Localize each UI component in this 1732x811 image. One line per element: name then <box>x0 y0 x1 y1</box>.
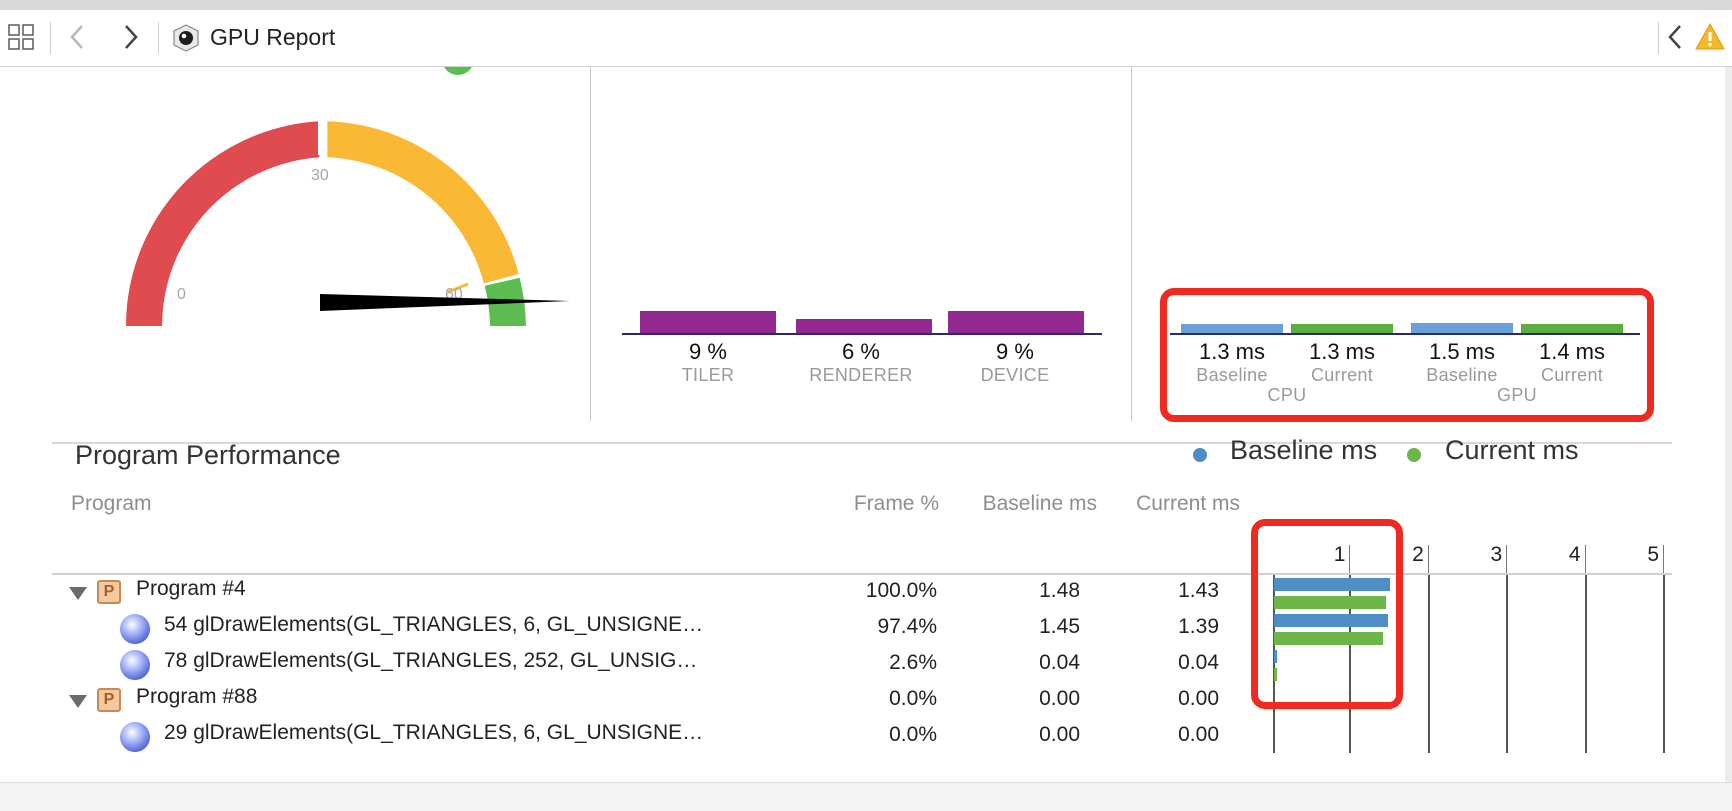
table-row[interactable]: P Program #4 100.0% 1.48 1.43 <box>52 575 1252 611</box>
row-current: 1.39 <box>1178 615 1219 638</box>
timeline-highlight-box <box>1251 519 1403 709</box>
scrollbar-track[interactable] <box>1725 67 1732 782</box>
column-header-current[interactable]: Current ms <box>1110 492 1240 516</box>
row-baseline: 0.00 <box>1039 687 1080 710</box>
device-value: 9 % <box>996 339 1034 364</box>
timeline-tick-label: 4 <box>1568 543 1581 566</box>
toolbar-separator <box>50 22 51 54</box>
row-name: 78 glDrawElements(GL_TRIANGLES, 252, GL_… <box>164 649 698 672</box>
legend-baseline-label: Baseline ms <box>1230 435 1378 465</box>
collapse-chevron-icon[interactable] <box>1662 22 1688 52</box>
legend-current-dot <box>1407 448 1421 462</box>
row-current: 1.43 <box>1178 579 1219 602</box>
panel-divider <box>1131 67 1132 421</box>
disclosure-triangle-icon[interactable] <box>69 695 87 708</box>
renderer-value: 6 % <box>842 339 880 364</box>
timeline-gridline <box>1506 545 1508 573</box>
utilization-baseline <box>622 333 1102 335</box>
utilization-bar <box>948 311 1084 333</box>
row-name: 54 glDrawElements(GL_TRIANGLES, 6, GL_UN… <box>164 613 704 636</box>
row-current: 0.00 <box>1178 723 1219 746</box>
table-row[interactable]: P Program #88 0.0% 0.00 0.00 <box>52 683 1252 719</box>
toolbar-separator <box>1658 22 1659 54</box>
row-current: 0.00 <box>1178 687 1219 710</box>
row-frame: 100.0% <box>865 579 937 602</box>
gauge-label-30: 30 <box>311 167 329 184</box>
disclosure-triangle-icon[interactable] <box>69 587 87 600</box>
forward-chevron-icon[interactable] <box>116 22 146 52</box>
toolbar-separator <box>158 22 159 54</box>
draw-call-icon <box>120 650 150 680</box>
table-row[interactable]: 29 glDrawElements(GL_TRIANGLES, 6, GL_UN… <box>52 719 1252 755</box>
tiler-label: TILER <box>681 365 735 385</box>
grid-icon[interactable] <box>6 22 36 52</box>
table-row[interactable]: 54 glDrawElements(GL_TRIANGLES, 6, GL_UN… <box>52 611 1252 647</box>
row-baseline: 1.48 <box>1039 579 1080 602</box>
gauge-segment-mid <box>327 121 519 284</box>
page-title: GPU Report <box>210 24 336 50</box>
timeline-gridline <box>1427 573 1430 753</box>
row-frame: 2.6% <box>889 651 937 674</box>
draw-call-icon <box>120 614 150 644</box>
report-content: 0 30 60 9 % TILER 6 % RENDERER 9 % DEVIC… <box>0 67 1725 782</box>
row-current: 0.04 <box>1178 651 1219 674</box>
timeline-gridline <box>1663 545 1664 573</box>
timeline-gridline <box>1427 545 1429 573</box>
timeline-gridline <box>1584 573 1587 753</box>
row-frame: 0.0% <box>889 687 937 710</box>
row-name: Program #88 <box>136 685 258 708</box>
warning-icon[interactable] <box>1694 20 1726 54</box>
utilization-bar <box>796 318 932 333</box>
device-label: DEVICE <box>980 365 1050 385</box>
toolbar: GPU Report <box>0 10 1732 67</box>
row-baseline: 0.00 <box>1039 723 1080 746</box>
legend-current-label: Current ms <box>1445 435 1579 465</box>
fps-gauge: 0 30 60 <box>126 67 570 326</box>
window-top-edge <box>0 0 1732 10</box>
gauge-segment-low <box>126 121 320 326</box>
timeline-gridline <box>1584 545 1586 573</box>
renderer-label: RENDERER <box>809 365 913 385</box>
column-header-program[interactable]: Program <box>71 492 152 516</box>
column-header-baseline[interactable]: Baseline ms <box>967 492 1097 516</box>
gpu-report-icon <box>170 22 202 54</box>
row-frame: 0.0% <box>889 723 937 746</box>
timeline-tick-label: 2 <box>1412 543 1424 566</box>
row-baseline: 1.45 <box>1039 615 1080 638</box>
column-header-frame[interactable]: Frame % <box>829 492 939 516</box>
gauge-indicator-dot <box>444 67 472 75</box>
program-performance-title: Program Performance <box>75 440 341 470</box>
row-baseline: 0.04 <box>1039 651 1080 674</box>
timeline-tick-label: 5 <box>1647 543 1659 566</box>
timeline-gridline <box>1663 573 1665 753</box>
timeline-tick-label: 3 <box>1490 543 1503 566</box>
legend-baseline-dot <box>1193 448 1207 462</box>
gauge-label-0: 0 <box>177 286 186 303</box>
table-row[interactable]: 78 glDrawElements(GL_TRIANGLES, 252, GL_… <box>52 647 1252 683</box>
panel-divider <box>590 67 591 421</box>
draw-call-icon <box>120 722 150 752</box>
frame-time-highlight-box <box>1160 288 1654 422</box>
tiler-value: 9 % <box>689 339 727 364</box>
legend: Baseline ms Current ms <box>1190 435 1610 469</box>
program-icon: P <box>97 580 121 604</box>
row-name: Program #4 <box>136 577 246 600</box>
row-frame: 97.4% <box>877 615 937 638</box>
timeline-gridline <box>1506 573 1509 753</box>
program-icon: P <box>97 688 121 712</box>
bottom-bar <box>0 782 1732 811</box>
utilization-bar <box>640 311 776 333</box>
back-chevron-icon[interactable] <box>62 22 92 52</box>
row-name: 29 glDrawElements(GL_TRIANGLES, 6, GL_UN… <box>164 721 704 744</box>
